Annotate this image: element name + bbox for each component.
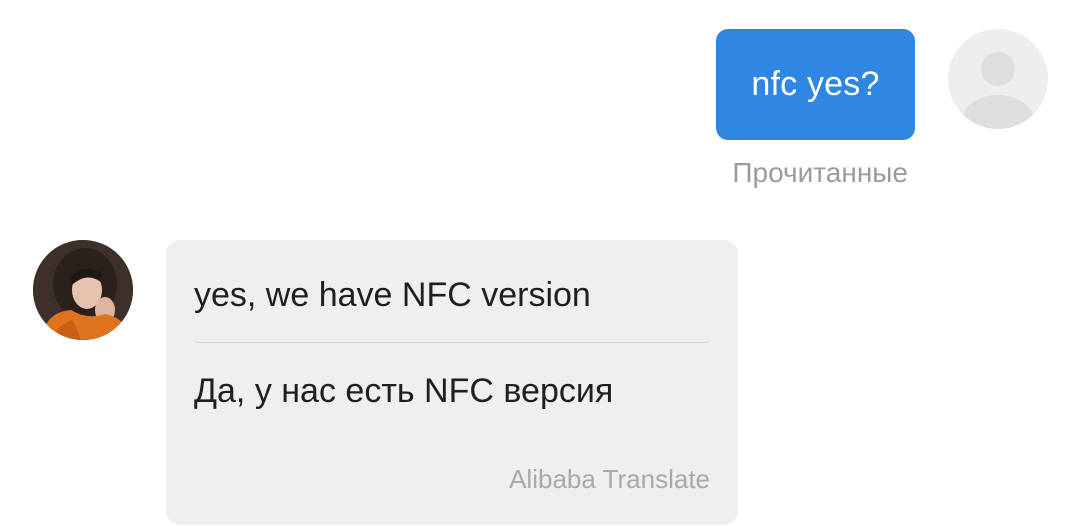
outgoing-message-text: nfc yes? bbox=[751, 65, 880, 103]
default-user-icon bbox=[948, 29, 1048, 129]
chat-thread: nfc yes? Прочитанные yes, we have NFC ve… bbox=[0, 0, 1080, 526]
incoming-translated-text: Да, у нас есть NFC версия bbox=[194, 372, 614, 410]
incoming-message-bubble[interactable]: yes, we have NFC version Да, у нас есть … bbox=[166, 240, 738, 525]
contact-avatar[interactable] bbox=[33, 240, 133, 340]
translation-credit: Alibaba Translate bbox=[509, 464, 710, 494]
read-status-label: Прочитанные bbox=[732, 157, 908, 188]
incoming-original-text: yes, we have NFC version bbox=[194, 276, 591, 314]
outgoing-message-bubble[interactable]: nfc yes? bbox=[716, 29, 915, 140]
translation-divider bbox=[194, 342, 710, 343]
user-photo-avatar bbox=[33, 240, 133, 340]
my-avatar[interactable] bbox=[948, 29, 1048, 129]
